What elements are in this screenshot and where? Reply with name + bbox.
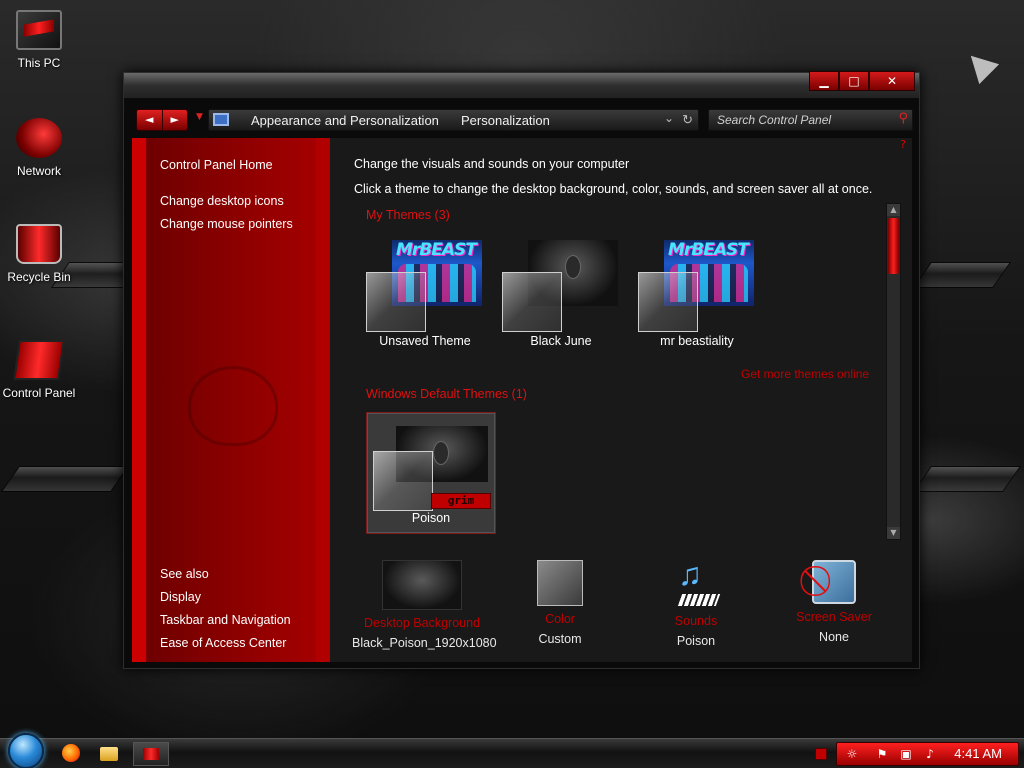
desktop-icon-label: Network [16, 164, 61, 178]
setting-value: None [819, 630, 849, 644]
color-swatch-icon [537, 560, 583, 606]
display-link[interactable]: Display [160, 590, 201, 604]
clock[interactable]: 4:41 AM [954, 746, 1002, 761]
back-button[interactable]: ◄ [137, 110, 162, 130]
desktop-icon-this-pc[interactable]: This PC [0, 10, 78, 70]
setting-title[interactable]: Color [490, 612, 630, 626]
control-panel-icon [213, 113, 229, 126]
watermark-logo [188, 366, 278, 446]
theme-unsaved[interactable]: Unsaved Theme [360, 234, 490, 356]
screen-saver-setting[interactable]: Screen Saver None [764, 560, 904, 644]
search-icon[interactable]: ⚲ [898, 111, 908, 126]
theme-label: Unsaved Theme [379, 334, 471, 348]
taskbar: ☼ ⚑ ▣ ♪ 4:41 AM [0, 733, 1024, 768]
page-subheading: Click a theme to change the desktop back… [354, 182, 873, 196]
firefox-icon[interactable] [58, 742, 84, 766]
title-bar[interactable]: ▁ □ ✕ [124, 71, 919, 99]
color-setting[interactable]: Color Custom [490, 560, 630, 646]
setting-title[interactable]: Sounds [626, 614, 766, 628]
control-panel-home-link[interactable]: Control Panel Home [160, 158, 273, 172]
theme-color-swatch [366, 272, 426, 332]
theme-color-swatch [502, 272, 562, 332]
desktop-icon-label: This PC [17, 56, 61, 70]
setting-value: Poison [676, 634, 716, 648]
setting-value: Custom [538, 632, 582, 646]
computer-icon [16, 10, 62, 50]
theme-list-scrollbar[interactable]: ▲ ▼ [886, 203, 901, 540]
search-input[interactable] [709, 110, 889, 130]
window-controls: ▁ □ ✕ [809, 71, 915, 91]
desktop-icon-recycle-bin[interactable]: Recycle Bin [0, 224, 78, 284]
forward-button[interactable]: ► [161, 110, 188, 130]
desktop-icon-network[interactable]: Network [0, 118, 78, 178]
control-panel-taskbar-button[interactable] [133, 742, 169, 766]
personalization-window: ▁ □ ✕ ◄ ► ▼ Appearance and Personalizati… [123, 71, 920, 669]
control-panel-icon [13, 340, 65, 380]
desktop-background-setting[interactable]: Desktop Background Black_Poison_1920x108… [352, 560, 497, 650]
wallpaper-bar [912, 262, 1012, 288]
setting-value: Black_Poison_1920x1080 [352, 636, 497, 650]
nav-buttons: ◄ ► [136, 109, 188, 131]
app-tray-icon[interactable]: ☼ [845, 747, 859, 761]
music-notes-icon [672, 556, 720, 608]
search-box: ⚲ [708, 109, 913, 131]
theme-label: mr beastiality [660, 334, 734, 348]
mouse-cursor-icon [960, 45, 1000, 85]
change-desktop-icons-link[interactable]: Change desktop icons [160, 194, 284, 208]
network-icon [16, 118, 62, 158]
theme-color-swatch [638, 272, 698, 332]
help-icon[interactable]: ? [900, 138, 906, 151]
recent-pages-dropdown-icon[interactable]: ▼ [196, 112, 203, 122]
see-also-heading: See also [160, 567, 209, 581]
file-explorer-icon[interactable] [96, 742, 122, 766]
wallpaper-bar [0, 466, 130, 492]
navigation-bar: ◄ ► ▼ Appearance and Personalization Per… [136, 108, 913, 132]
action-center-flag-icon[interactable]: ⚑ [875, 747, 889, 761]
theme-label: Black June [530, 334, 592, 348]
minimize-button[interactable]: ▁ [809, 71, 839, 91]
scroll-up-icon[interactable]: ▲ [887, 204, 900, 216]
system-tray: ☼ ⚑ ▣ ♪ 4:41 AM [836, 742, 1019, 766]
screen-saver-icon [812, 560, 856, 604]
network-status-icon[interactable]: ▣ [899, 747, 913, 761]
refresh-icon[interactable]: ↻ [682, 112, 693, 128]
sounds-setting[interactable]: Sounds Poison [626, 556, 766, 648]
theme-label: Poison [411, 511, 451, 525]
close-button[interactable]: ✕ [869, 71, 915, 91]
ease-of-access-link[interactable]: Ease of Access Center [160, 636, 286, 650]
theme-color-swatch [373, 451, 433, 511]
taskbar-navigation-link[interactable]: Taskbar and Navigation [160, 613, 291, 627]
default-themes-heading: Windows Default Themes (1) [366, 387, 527, 401]
scroll-down-icon[interactable]: ▼ [887, 527, 900, 539]
change-mouse-pointers-link[interactable]: Change mouse pointers [160, 217, 293, 231]
setting-title[interactable]: Desktop Background [352, 616, 492, 630]
recycle-bin-icon [16, 224, 62, 264]
grim-logo: grim [431, 493, 491, 509]
theme-mr-beastiality[interactable]: mr beastiality [632, 234, 762, 356]
desktop-icon-label: Recycle Bin [7, 270, 71, 284]
desktop-icon-label: Control Panel [2, 386, 76, 400]
chevron-down-icon[interactable]: ⌄ [664, 111, 674, 125]
wallpaper-bar [912, 466, 1022, 492]
my-themes-heading: My Themes (3) [366, 208, 450, 222]
desktop-icon-control-panel[interactable]: Control Panel [0, 340, 78, 400]
desktop-background-icon [382, 560, 462, 610]
theme-poison[interactable]: grim Poison [366, 412, 496, 534]
theme-black-june[interactable]: Black June [496, 234, 626, 356]
volume-icon[interactable]: ♪ [923, 747, 937, 761]
start-button[interactable] [8, 733, 44, 768]
main-content: ? Change the visuals and sounds on your … [330, 138, 912, 662]
get-more-themes-link[interactable]: Get more themes online [741, 367, 869, 381]
maximize-button[interactable]: □ [839, 71, 869, 91]
sidebar: Control Panel Home Change desktop icons … [132, 138, 330, 662]
show-hidden-icons-icon[interactable] [815, 748, 827, 760]
scrollbar-thumb[interactable] [888, 218, 899, 274]
address-bar[interactable]: Appearance and Personalization Personali… [208, 109, 699, 131]
page-heading: Change the visuals and sounds on your co… [354, 157, 630, 171]
setting-title[interactable]: Screen Saver [764, 610, 904, 624]
breadcrumb-personalization[interactable]: Personalization [461, 113, 550, 128]
breadcrumb-appearance[interactable]: Appearance and Personalization [251, 113, 439, 128]
